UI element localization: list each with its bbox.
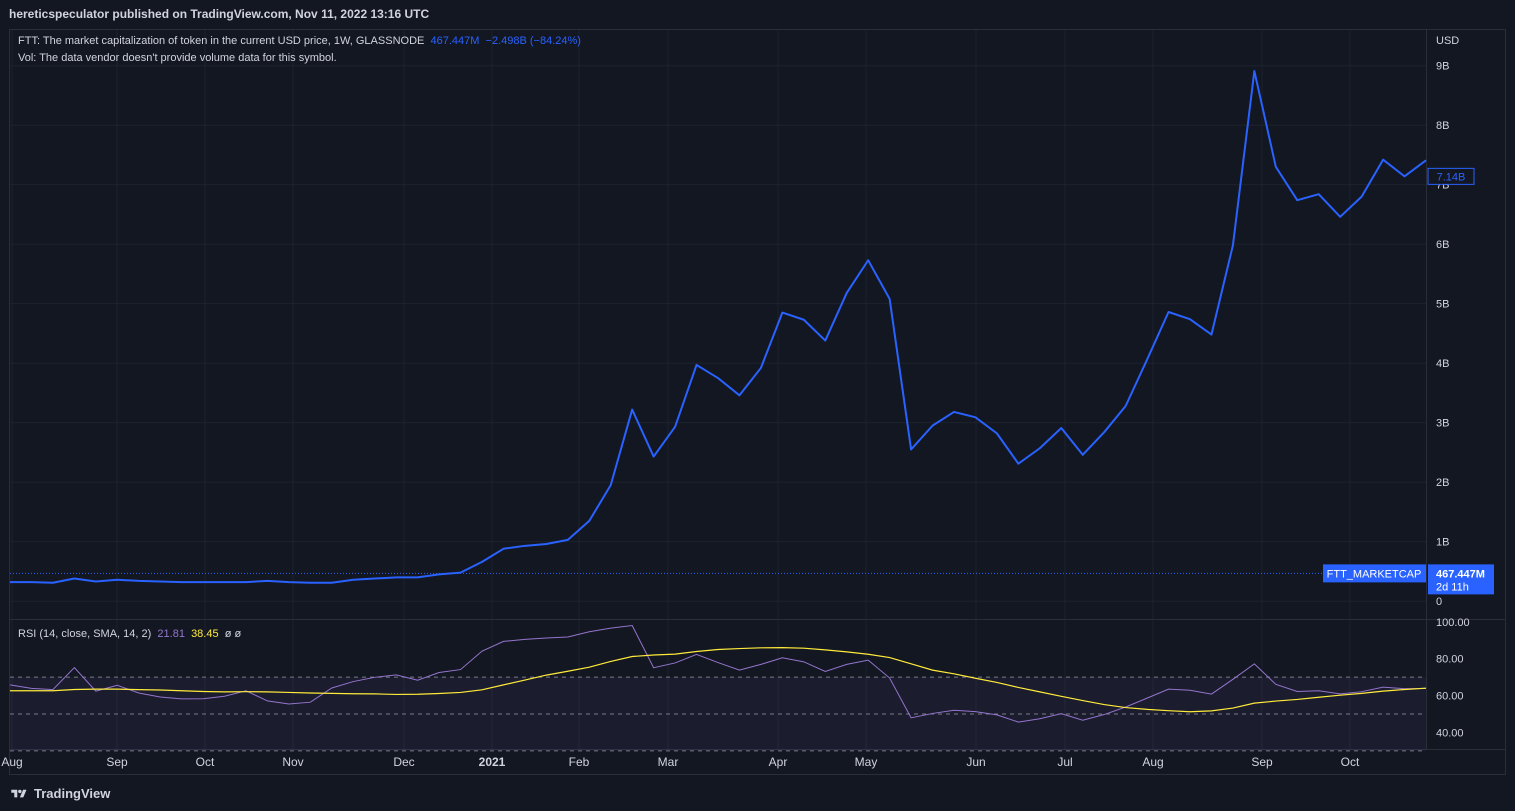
main-legend: FTT: The market capitalization of token … (18, 35, 581, 47)
time-axis-tick-label: Jun (966, 755, 985, 769)
time-axis-tick-label: Oct (1341, 755, 1360, 769)
price-axis-tick-label: 3B (1436, 418, 1449, 430)
rsi-legend-value: 21.81 (157, 628, 185, 640)
volume-legend: Vol: The data vendor doesn't provide vol… (18, 52, 337, 64)
price-axis-tick-label: 6B (1436, 239, 1449, 251)
price-axis-tick-label: 0 (1436, 596, 1442, 608)
time-axis-tick-label: Nov (282, 755, 303, 769)
rsi-axis-tick-label: 100.00 (1436, 617, 1470, 629)
rsi-legend: RSI (14, close, SMA, 14, 2) 21.81 38.45 … (18, 628, 241, 640)
rsi-axis-tick-label: 40.00 (1436, 727, 1464, 739)
time-axis-tick-label: Jul (1057, 755, 1072, 769)
rsi-legend-extra: ø ø (224, 628, 242, 640)
main-legend-title: FTT: The market capitalization of token … (18, 35, 425, 47)
footer: TradingView (9, 786, 110, 801)
main-legend-change: −2.498B (−84.24%) (485, 35, 581, 47)
time-axis-tick-label: Sep (106, 755, 128, 769)
time-axis-tick-label: Mar (658, 755, 679, 769)
time-axis-tick-label: Oct (196, 755, 215, 769)
time-axis-tick-label: 2021 (479, 755, 506, 769)
time-axis-tick-label: Feb (569, 755, 590, 769)
marketcap-line (10, 70, 1427, 584)
grid (10, 30, 1505, 750)
rsi-ma-legend-value: 38.45 (191, 628, 219, 640)
rsi-axis-tick-label: 80.00 (1436, 654, 1464, 666)
time-axis-tick-label: Dec (393, 755, 414, 769)
price-axis-tick-label: 9B (1436, 61, 1449, 73)
price-axis-tick-label: 2B (1436, 477, 1449, 489)
series-name-label: FTT_MARKETCAP (1327, 568, 1422, 580)
price-axis-tick-label: 4B (1436, 358, 1449, 370)
tradingview-logo-icon (11, 789, 27, 797)
price-axis-tick-label: 8B (1436, 120, 1449, 132)
price-axis-unit: USD (1436, 35, 1459, 47)
last-price-label: 7.14B (1437, 171, 1466, 183)
chart-canvas[interactable]: 01B2B3B4B5B6B7B8B9BUSD40.0060.0080.00100… (0, 0, 1515, 811)
price-axis-tick-label: 1B (1436, 537, 1449, 549)
rsi-pane (9, 624, 1427, 752)
time-axis-tick-label: Aug (1, 755, 22, 769)
rsi-legend-title: RSI (14, close, SMA, 14, 2) (18, 628, 152, 640)
footer-brand: TradingView (34, 786, 111, 801)
countdown-label: 2d 11h (1436, 581, 1469, 593)
current-value-label: 467.447M (1436, 568, 1485, 580)
time-axis-tick-label: Aug (1142, 755, 1163, 769)
price-axis-tick-label: 5B (1436, 299, 1449, 311)
price-pane (10, 70, 1427, 584)
time-axis-tick-label: Sep (1251, 755, 1273, 769)
rsi-axis-tick-label: 60.00 (1436, 691, 1464, 703)
time-axis-tick-label: May (855, 755, 878, 769)
main-legend-value: 467.447M (430, 35, 480, 47)
time-axis-tick-label: Apr (769, 755, 788, 769)
